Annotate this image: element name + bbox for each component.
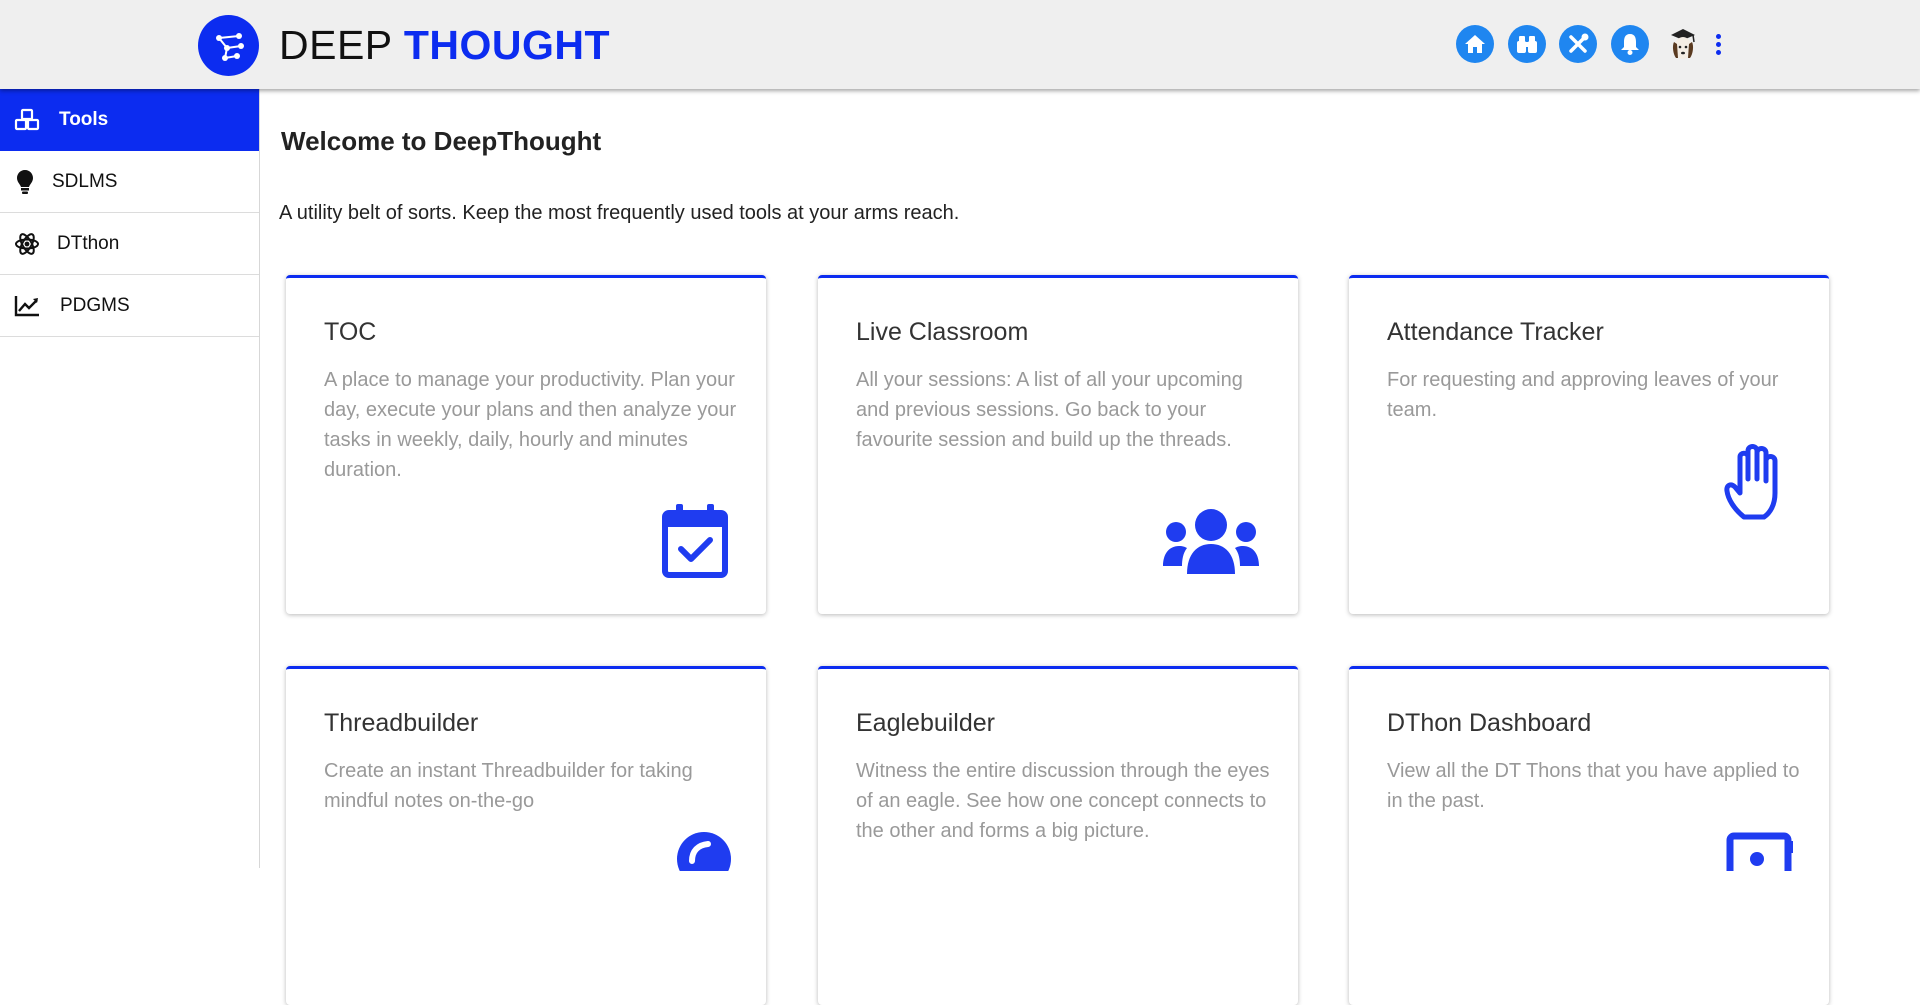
vault-icon — [1725, 831, 1795, 871]
avatar[interactable] — [1666, 27, 1700, 61]
card-title: Live Classroom — [856, 318, 1029, 346]
sidebar-item-tools[interactable]: Tools — [0, 89, 259, 151]
card-eaglebuilder[interactable]: Eaglebuilder Witness the entire discussi… — [818, 666, 1298, 1005]
card-title: Attendance Tracker — [1387, 318, 1604, 346]
home-icon[interactable] — [1456, 25, 1494, 63]
top-header: DEEP THOUGHT — [0, 0, 1920, 89]
lightbulb-icon — [12, 169, 38, 195]
binoculars-icon[interactable] — [1508, 25, 1546, 63]
card-live-classroom[interactable]: Live Classroom All your sessions: A list… — [818, 275, 1298, 614]
sidebar-item-pdgms[interactable]: PDGMS — [0, 275, 259, 337]
spinner-icon — [676, 831, 732, 871]
sidebar-item-label: Tools — [59, 109, 109, 130]
card-title: Threadbuilder — [324, 709, 479, 737]
page-description: A utility belt of sorts. Keep the most f… — [279, 202, 960, 224]
header-actions — [1456, 25, 1728, 63]
sidebar: Tools SDLMS DTthon PDGMS — [0, 89, 260, 868]
card-toc[interactable]: TOC A place to manage your productivity.… — [286, 275, 766, 614]
sidebar-item-label: PDGMS — [60, 295, 130, 316]
sidebar-item-label: SDLMS — [52, 171, 118, 192]
card-description: For requesting and approving leaves of y… — [1387, 369, 1779, 421]
sidebar-item-dtthon[interactable]: DTthon — [0, 213, 259, 275]
cubes-icon — [14, 107, 40, 133]
card-description: All your sessions: A list of all your up… — [856, 369, 1243, 451]
atom-icon — [14, 231, 40, 257]
page-title: Welcome to DeepThought — [281, 126, 602, 156]
card-dthon-dashboard[interactable]: DThon Dashboard View all the DT Thons th… — [1349, 666, 1829, 1005]
card-title: DThon Dashboard — [1387, 709, 1592, 737]
calendar-check-icon — [661, 503, 729, 579]
card-title: TOC — [324, 318, 377, 346]
bell-icon[interactable] — [1611, 25, 1649, 63]
main-content: Welcome to DeepThought A utility belt of… — [261, 89, 1920, 1005]
card-description: Witness the entire discussion through th… — [856, 760, 1270, 842]
hand-icon — [1724, 443, 1792, 521]
card-title: Eaglebuilder — [856, 709, 995, 737]
chart-line-icon — [14, 293, 40, 319]
card-description: A place to manage your productivity. Pla… — [324, 369, 737, 481]
card-attendance-tracker[interactable]: Attendance Tracker For requesting and ap… — [1349, 275, 1829, 614]
card-threadbuilder[interactable]: Threadbuilder Create an instant Threadbu… — [286, 666, 766, 1005]
brand-title[interactable]: DEEP THOUGHT — [279, 20, 610, 70]
tools-icon[interactable] — [1559, 25, 1597, 63]
logo-icon[interactable] — [198, 15, 259, 76]
card-description: View all the DT Thons that you have appl… — [1387, 760, 1800, 812]
more-menu-icon[interactable] — [1708, 27, 1728, 61]
sidebar-item-sdlms[interactable]: SDLMS — [0, 151, 259, 213]
brand-thought: THOUGHT — [403, 22, 611, 68]
brand-deep: DEEP — [279, 22, 392, 68]
users-icon — [1163, 508, 1259, 576]
sidebar-item-label: DTthon — [57, 233, 120, 254]
card-description: Create an instant Threadbuilder for taki… — [324, 760, 693, 812]
